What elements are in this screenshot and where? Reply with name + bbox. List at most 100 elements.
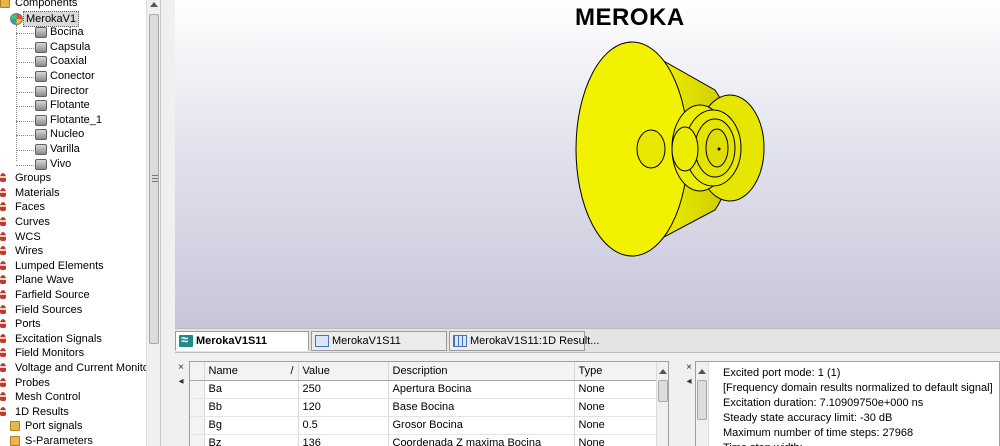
tree-scrollbar[interactable] xyxy=(146,0,160,446)
tree-item[interactable]: Materials xyxy=(0,186,146,201)
tree-item-label: Curves xyxy=(15,216,50,228)
messages-close-icon[interactable]: × xyxy=(683,363,695,373)
tree-item[interactable]: WCS xyxy=(0,230,146,245)
message-line: [Frequency domain results normalized to … xyxy=(723,382,993,394)
parameter-type-cell[interactable]: None xyxy=(574,380,657,399)
parameter-name-cell[interactable]: Bg xyxy=(204,416,299,435)
message-scrollbar[interactable] xyxy=(696,362,709,446)
parameter-type-cell[interactable]: None xyxy=(574,434,657,446)
tree-item-label: Mesh Control xyxy=(15,391,81,404)
solid-icon xyxy=(35,144,47,155)
parameter-description-cell[interactable]: Base Bocina xyxy=(388,398,575,417)
parameter-value-cell[interactable]: 120 xyxy=(298,398,389,417)
parameter-row[interactable]: Ba 250 Apertura Bocina None xyxy=(190,380,657,399)
tree-item[interactable]: Lumped Elements xyxy=(0,259,146,274)
horn-aperture xyxy=(575,41,689,257)
parameter-description-cell[interactable]: Coordenada Z maxima Bocina xyxy=(388,434,575,446)
parameter-type-cell[interactable]: None xyxy=(574,398,657,417)
scrollbar-thumb[interactable] xyxy=(149,14,159,344)
tree-item-label: Wires xyxy=(15,245,44,258)
messages-pin-icon[interactable]: ◂ xyxy=(683,377,695,387)
row-gutter xyxy=(190,416,205,435)
tree-item[interactable]: Excitation Signals xyxy=(0,332,146,347)
tree-item[interactable]: Field Monitors xyxy=(0,346,146,361)
tree-item-label: Materials xyxy=(15,186,60,199)
tree-item-label: Field Monitors xyxy=(15,347,85,360)
tree-node-icon xyxy=(0,406,6,416)
scrollbar-thumb[interactable] xyxy=(697,380,707,420)
scrollbar-thumb[interactable] xyxy=(658,380,668,402)
tab-label: MerokaV1S11 xyxy=(196,335,267,347)
column-header-type[interactable]: Type xyxy=(574,362,657,381)
tree-node-icon xyxy=(0,275,6,285)
tree-node-icon xyxy=(0,173,6,183)
tree-item[interactable]: Voltage and Current Monitors xyxy=(0,361,158,376)
row-gutter xyxy=(190,434,205,446)
panel-splitter[interactable] xyxy=(160,0,175,446)
core-disc-inner xyxy=(705,128,729,168)
result-tab[interactable]: MerokaV1S11 xyxy=(175,331,309,351)
parameter-name-cell[interactable]: Bb xyxy=(204,398,299,417)
solid-icon xyxy=(35,100,47,112)
parameter-type-cell[interactable]: None xyxy=(574,416,657,435)
tree-item-label: Probes xyxy=(15,376,50,389)
tree-item[interactable]: S-Parameters xyxy=(0,434,146,446)
3d-viewport[interactable]: MEROKA xyxy=(175,0,1000,328)
result-tab[interactable]: MerokaV1S11:1D Result... xyxy=(449,331,599,351)
tree-item[interactable]: Groups xyxy=(0,171,146,186)
tree-item[interactable]: Port signals xyxy=(0,419,146,434)
parameter-value-cell[interactable]: 250 xyxy=(298,380,389,399)
solid-icon xyxy=(35,41,47,53)
parameter-row[interactable]: Bb 120 Base Bocina None xyxy=(190,398,657,417)
tree-item[interactable]: Wires xyxy=(0,244,146,259)
tree-item[interactable]: 1D Results xyxy=(0,405,146,420)
tree-item[interactable]: MerokaV1 xyxy=(0,10,146,28)
tree-item-label: Flotante_1 xyxy=(50,113,102,126)
tree-item[interactable]: Mesh Control xyxy=(0,390,146,405)
column-header-description[interactable]: Description xyxy=(388,362,575,381)
tree-item[interactable]: Plane Wave xyxy=(0,273,146,288)
parameter-list: Name / Value Description Type Ba 250 Apertu… xyxy=(189,361,669,446)
parameter-name-cell[interactable]: Ba xyxy=(204,380,299,399)
parameter-value-cell[interactable]: 0.5 xyxy=(298,416,389,435)
tree-item[interactable]: Components xyxy=(0,0,146,11)
row-gutter xyxy=(190,380,205,399)
solid-icon xyxy=(35,129,47,141)
navigation-tree[interactable]: Components MerokaV1 Bocina Capsula Coaxial Co… xyxy=(0,0,160,446)
tree-connector xyxy=(16,120,34,122)
folder-icon xyxy=(10,421,20,432)
parameter-description-cell[interactable]: Grosor Bocina xyxy=(388,416,575,435)
tree-item-label: Varilla xyxy=(50,143,80,155)
scroll-up-arrow-icon[interactable] xyxy=(698,369,706,374)
tree-connector xyxy=(16,33,34,35)
tree-item[interactable]: Farfield Source xyxy=(0,288,146,303)
tree-item[interactable]: Field Sources xyxy=(0,303,146,318)
params-pin-icon[interactable]: ◂ xyxy=(175,377,187,387)
solid-icon xyxy=(35,158,47,170)
row-gutter xyxy=(190,398,205,417)
tree-item-label: Excitation Signals xyxy=(15,332,102,345)
parameter-table: Name / Value Description Type Ba 250 Apertu… xyxy=(190,362,657,446)
grid-table-icon xyxy=(453,335,467,347)
parameter-description-cell[interactable]: Apertura Bocina xyxy=(388,380,575,399)
tree-item-label: Faces xyxy=(15,201,45,214)
column-header-name[interactable]: Name / xyxy=(204,362,299,381)
tree-item[interactable]: Probes xyxy=(0,376,146,391)
result-tab[interactable]: MerokaV1S11 xyxy=(311,331,447,351)
parameter-row[interactable]: Bg 0.5 Grosor Bocina None xyxy=(190,416,657,435)
parameter-name-cell[interactable]: Bz xyxy=(204,434,299,446)
scroll-up-arrow-icon[interactable] xyxy=(659,369,667,374)
message-line: Maximum number of time steps: 27968 xyxy=(723,427,914,439)
parameter-row[interactable]: Bz 136 Coordenada Z maxima Bocina None xyxy=(190,434,657,446)
tree-item[interactable]: Curves xyxy=(0,215,146,230)
column-header-value[interactable]: Value xyxy=(298,362,389,381)
tree-connector xyxy=(16,91,34,93)
scroll-up-arrow-icon[interactable] xyxy=(150,2,158,7)
tree-item[interactable]: Ports xyxy=(0,317,146,332)
params-close-icon[interactable]: × xyxy=(175,363,187,373)
antenna-model[interactable] xyxy=(175,0,1000,328)
tree-connector xyxy=(16,62,34,64)
parameter-value-cell[interactable]: 136 xyxy=(298,434,389,446)
tree-item[interactable]: Faces xyxy=(0,200,146,215)
parameter-scrollbar[interactable] xyxy=(656,362,668,446)
